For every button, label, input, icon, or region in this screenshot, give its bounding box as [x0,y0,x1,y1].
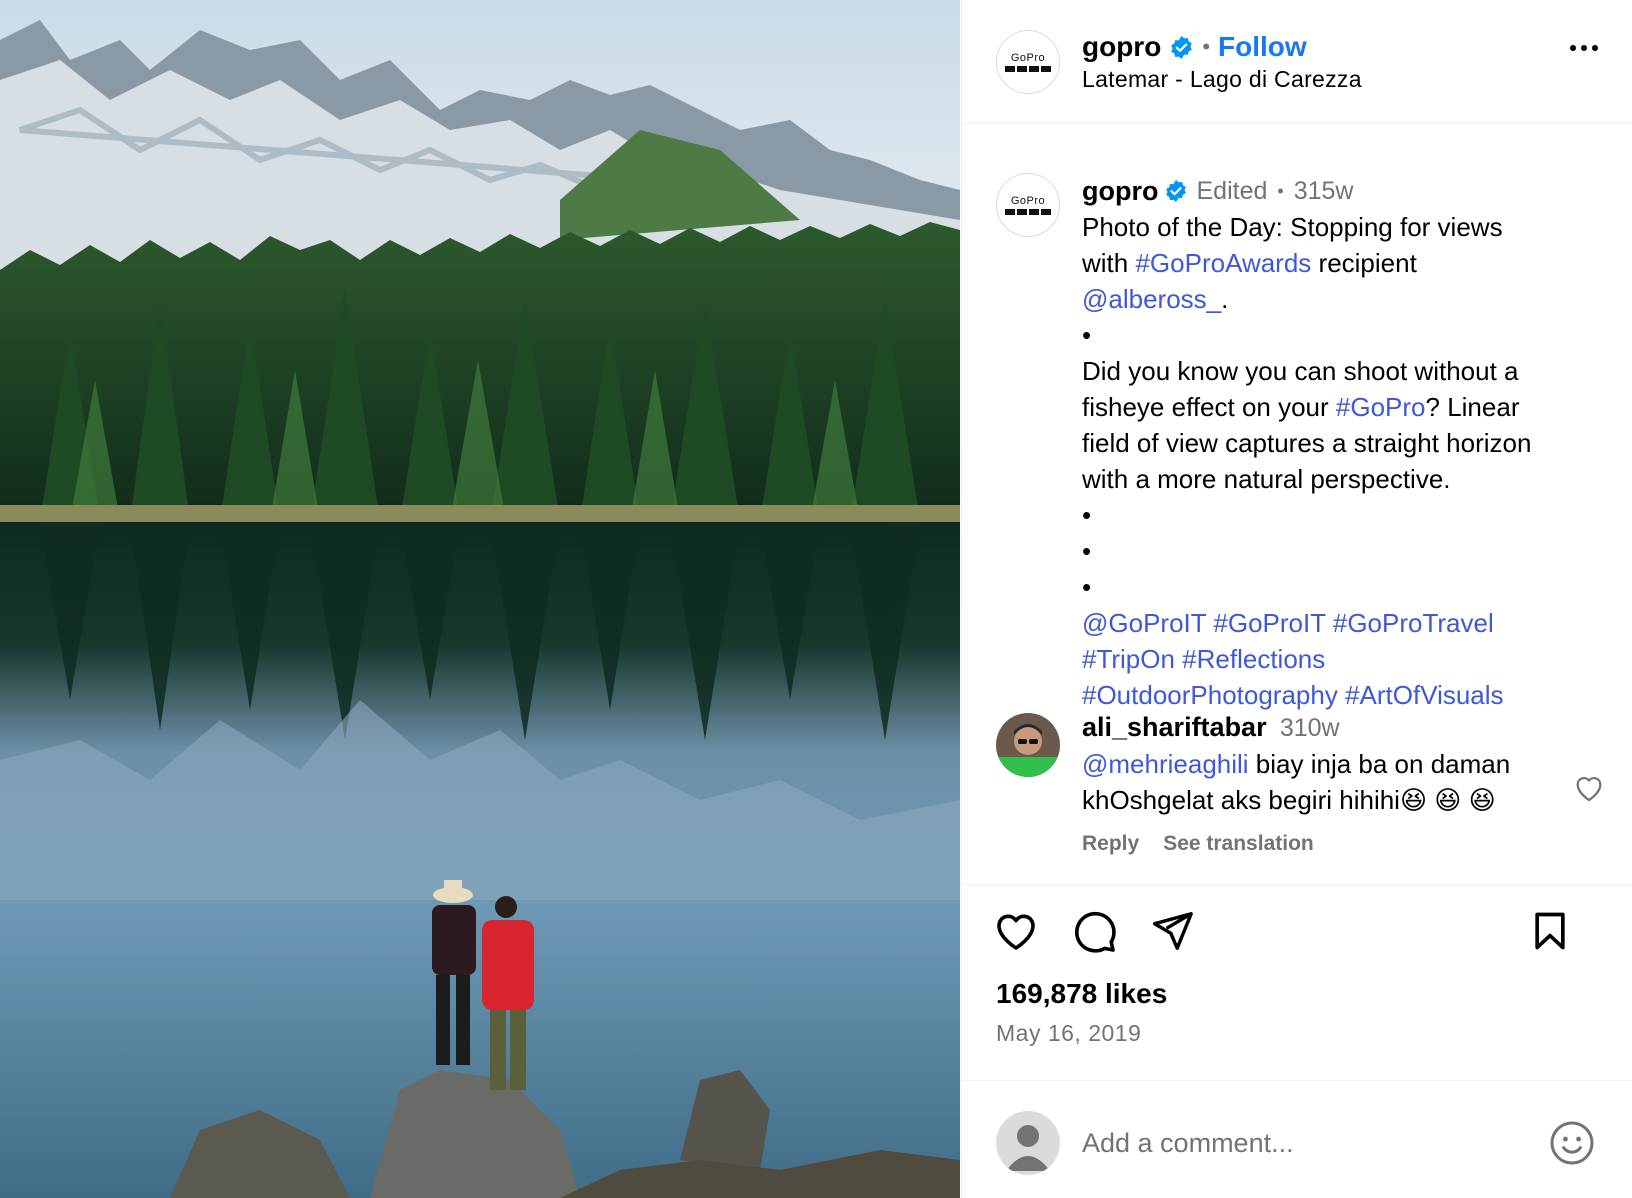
emoji-smiley-icon[interactable] [1548,1119,1596,1167]
caption-line: Photo of the Day: Stopping for views [1082,212,1503,242]
comment-line: @mehrieaghili biay inja ba on daman [1082,746,1562,782]
gopro-wordmark: GoPro [1010,51,1046,64]
commenter-username[interactable]: ali_shariftabar [1082,712,1267,742]
comment-bubble-icon[interactable] [1068,905,1120,957]
more-options-icon[interactable] [1570,45,1598,51]
separator-dot: • [1277,181,1284,201]
caption-bullet: • [1082,500,1092,530]
comment-body: ali_shariftabar 310w @mehrieaghili biay … [1082,709,1562,862]
comment-text: biay inja ba on daman [1248,749,1511,779]
verified-badge-icon [1164,179,1188,203]
commenter-avatar[interactable] [996,713,1060,777]
follow-button[interactable]: Follow [1218,31,1307,63]
mention-link[interactable]: @mehrieaghili [1082,749,1249,779]
post-photo[interactable] [0,0,960,1198]
gopro-logo-bars [1005,65,1051,72]
caption-line: with a more natural perspective. [1082,464,1451,494]
caption-line: @albeross_. [1082,281,1602,317]
save-bookmark-icon[interactable] [1524,905,1576,957]
caption-bullet: • [1082,572,1092,602]
caption-bullet: • [1082,320,1092,350]
caption-line: Did you know you can shoot without a [1082,356,1519,386]
comment-actions: Reply See translation [1082,826,1562,862]
caption-line: field of view captures a straight horizo… [1082,428,1532,458]
current-user-avatar [996,1111,1060,1175]
caption-text: with [1082,248,1136,278]
likes-count[interactable]: 169,878 likes [996,978,1167,1010]
separator-dot: • [1202,34,1211,59]
comment-meta: ali_shariftabar 310w [1082,709,1562,746]
comment-line: khOshgelat aks begiri hihihi😆 😆 😆 [1082,785,1496,815]
gopro-logo-bars [1005,208,1051,215]
header-username[interactable]: gopro [1082,31,1161,63]
hashtag-link[interactable]: #GoProAwards [1135,248,1311,278]
post-side-panel: GoPro gopro • Follow Latemar - Lago di C… [961,0,1632,1198]
comment-like-heart-icon[interactable] [1572,771,1606,805]
post-header: GoPro gopro • Follow Latemar - Lago di C… [962,0,1632,124]
hashtag-links[interactable]: #OutdoorPhotography #ArtOfVisuals [1082,677,1602,713]
caption-meta: gopro Edited • 315w [1082,173,1602,209]
header-user-line: gopro • Follow [1082,30,1307,64]
post-date[interactable]: May 16, 2019 [996,1020,1141,1047]
like-heart-icon[interactable] [990,905,1042,957]
see-translation-button[interactable]: See translation [1163,826,1314,862]
caption-username[interactable]: gopro [1082,173,1158,209]
add-comment-bar [962,1080,1632,1198]
caption-text: . [1221,284,1229,314]
caption-avatar[interactable]: GoPro [996,173,1060,237]
gopro-avatar[interactable]: GoPro [996,30,1060,94]
edited-label: Edited [1196,177,1268,205]
post-location[interactable]: Latemar - Lago di Carezza [1082,66,1362,93]
comment-age[interactable]: 310w [1280,714,1340,742]
caption-age[interactable]: 315w [1294,173,1354,209]
lake-mountain-photo [0,0,960,1198]
hashtag-links[interactable]: @GoProIT #GoProIT #GoProTravel [1082,605,1602,641]
caption-line: fisheye effect on your #GoPro? Linear [1082,389,1602,425]
comment-input[interactable] [1082,1121,1482,1165]
reply-button[interactable]: Reply [1082,826,1139,862]
hashtag-links[interactable]: #TripOn #Reflections [1082,641,1602,677]
verified-badge-icon [1169,35,1194,60]
caption-body: gopro Edited • 315w Photo of the Day: St… [1082,173,1602,713]
share-paper-plane-icon[interactable] [1146,905,1198,957]
caption-text: ? Linear [1425,392,1520,422]
caption-text: fisheye effect on your [1082,392,1336,422]
post-actions-bar [996,905,1606,961]
comments-section[interactable]: GoPro gopro Edited • 315w Photo of the D… [962,125,1632,885]
caption-line: with #GoProAwards recipient [1082,245,1602,281]
gopro-wordmark: GoPro [1010,194,1046,207]
caption-text: recipient [1311,248,1417,278]
caption-bullet: • [1082,536,1092,566]
mention-link[interactable]: @albeross_ [1082,284,1221,314]
hashtag-link[interactable]: #GoPro [1336,392,1426,422]
